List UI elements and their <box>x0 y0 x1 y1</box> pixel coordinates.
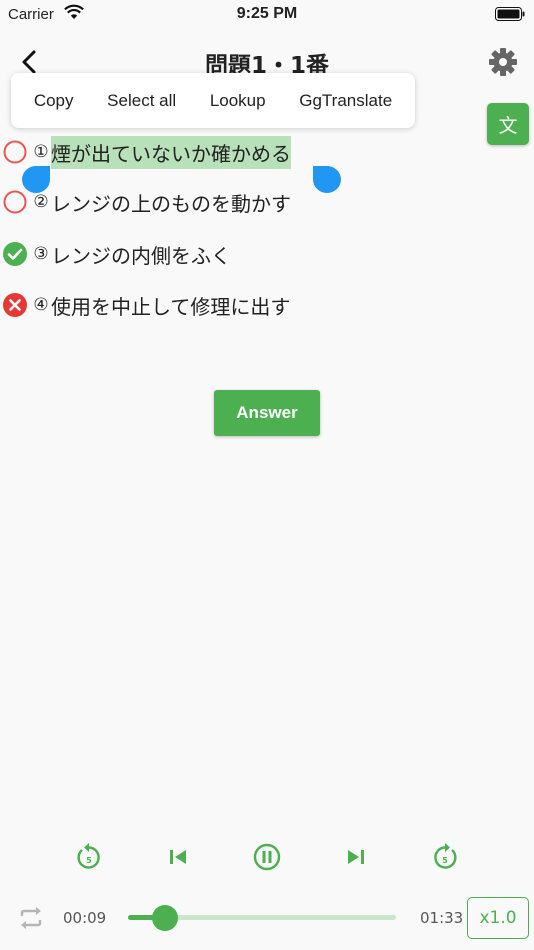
audio-player: 00:09 01:33 x1.0 <box>0 896 534 942</box>
playback-controls: 5 5 <box>0 838 534 878</box>
circle-outline-icon <box>2 189 28 215</box>
clock: 9:25 PM <box>236 5 298 22</box>
menu-copy[interactable]: Copy <box>34 91 74 111</box>
menu-ggtranslate[interactable]: GgTranslate <box>299 91 392 111</box>
current-time: 00:09 <box>63 909 107 927</box>
option-3[interactable]: ③ レンジの内側をふく <box>2 234 231 274</box>
replay-5-icon: 5 <box>77 843 100 869</box>
status-bar: Carrier 9:25 PM <box>0 0 534 28</box>
option-number: ① <box>33 142 49 162</box>
option-text[interactable]: 煙が出ていないか確かめる <box>51 135 291 169</box>
option-number: ④ <box>33 295 49 315</box>
option-text[interactable]: 使用を中止して修理に出す <box>51 291 290 320</box>
selection-handle-start[interactable] <box>22 166 50 193</box>
repeat-icon[interactable] <box>17 905 45 935</box>
option-4[interactable]: ④ 使用を中止して修理に出す <box>2 285 290 325</box>
pause-button[interactable] <box>250 840 284 874</box>
selection-handle-end[interactable] <box>313 166 341 193</box>
total-time: 01:33 <box>420 909 464 927</box>
previous-button[interactable] <box>161 840 195 874</box>
gear-icon <box>489 48 517 76</box>
cross-circle-icon <box>2 292 28 318</box>
battery-icon <box>495 7 525 26</box>
rewind-seconds-label: 5 <box>86 856 92 865</box>
translate-button[interactable]: 文 <box>487 103 529 145</box>
check-circle-icon <box>2 241 28 267</box>
forward-seconds-label: 5 <box>442 856 448 865</box>
skip-previous-icon <box>170 850 186 864</box>
option-number: ③ <box>33 244 49 264</box>
text-context-menu: Copy Select all Lookup GgTranslate <box>11 73 415 128</box>
speed-button[interactable]: x1.0 <box>467 897 529 939</box>
translate-icon: 文 <box>498 114 518 137</box>
progress-thumb[interactable] <box>151 905 178 931</box>
option-number: ② <box>33 192 49 212</box>
answer-button[interactable]: Answer <box>214 390 320 436</box>
forward-5-icon: 5 <box>434 843 457 869</box>
skip-next-icon <box>348 850 364 864</box>
menu-lookup[interactable]: Lookup <box>210 91 266 111</box>
circle-outline-icon <box>2 139 28 165</box>
forward-5-button[interactable]: 5 <box>428 840 462 874</box>
next-button[interactable] <box>339 840 373 874</box>
option-text[interactable]: レンジの上のものを動かす <box>51 188 291 217</box>
option-text[interactable]: レンジの内側をふく <box>51 240 231 269</box>
rewind-5-button[interactable]: 5 <box>72 840 106 874</box>
menu-select-all[interactable]: Select all <box>107 91 176 111</box>
settings-button[interactable] <box>488 47 518 77</box>
pause-circle-icon <box>253 843 281 871</box>
